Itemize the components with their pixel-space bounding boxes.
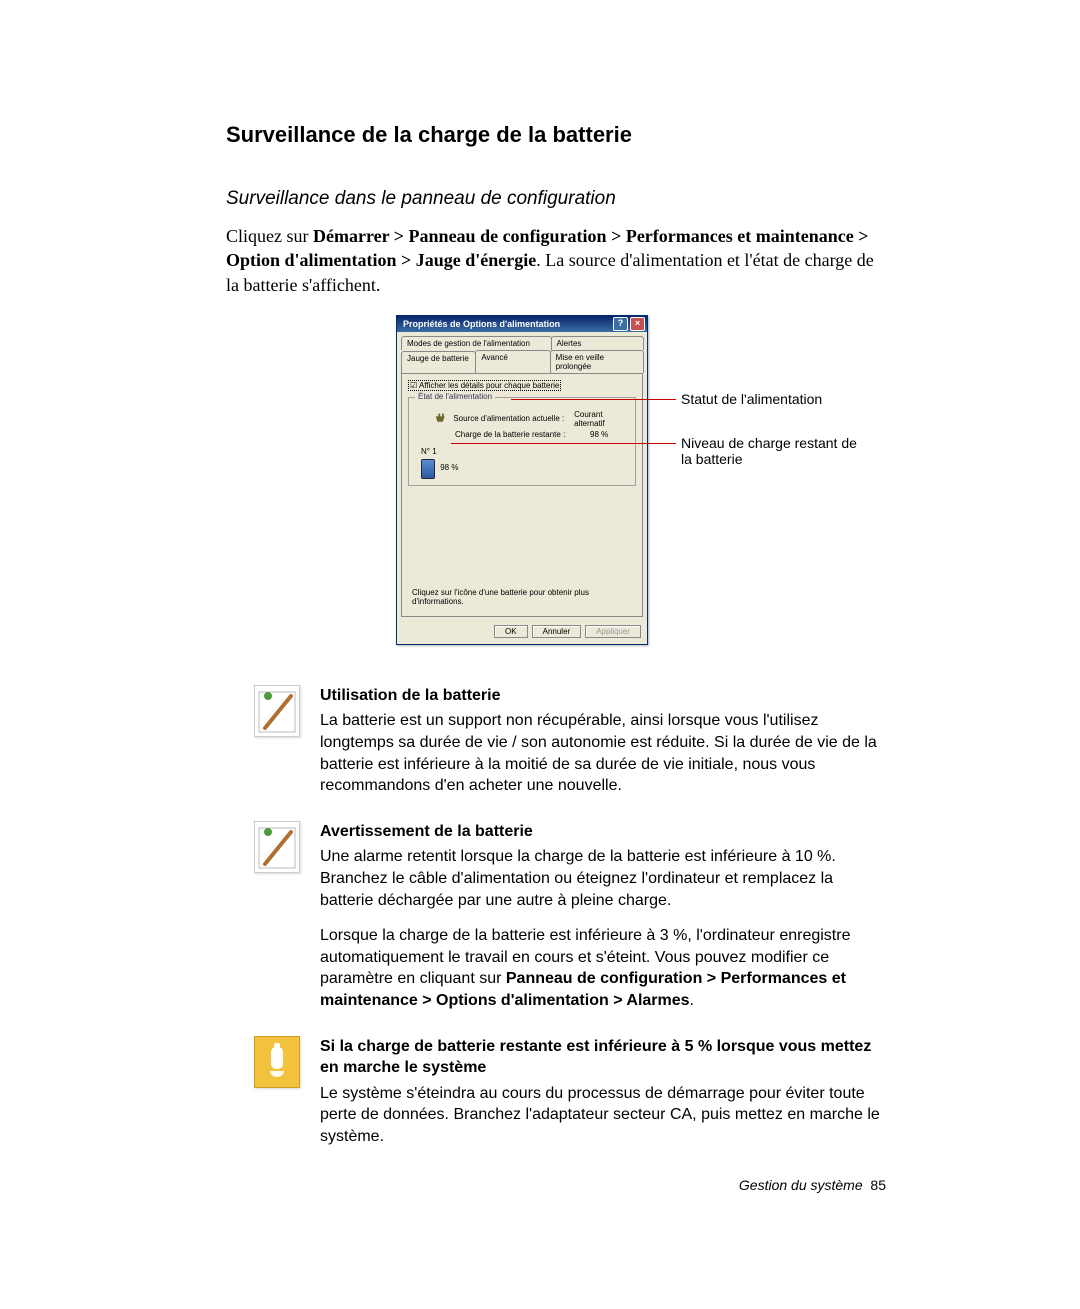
- page-footer: Gestion du système 85: [739, 1177, 886, 1193]
- callout-line-level: [451, 443, 676, 444]
- tab-modes[interactable]: Modes de gestion de l'alimentation: [401, 336, 552, 350]
- intro-prefix: Cliquez sur: [226, 226, 313, 246]
- note-title: Avertissement de la batterie: [320, 821, 884, 843]
- power-state-fieldset: État de l'alimentation Source d'alimenta…: [408, 397, 636, 486]
- battery-percent: 98 %: [440, 463, 458, 472]
- apply-button[interactable]: Appliquer: [585, 625, 641, 638]
- page-title: Surveillance de la charge de la batterie: [226, 122, 886, 148]
- note-text: Une alarme retentit lorsque la charge de…: [320, 846, 884, 911]
- plug-icon: [433, 411, 447, 427]
- footer-page: 85: [870, 1177, 886, 1193]
- subheading: Surveillance dans le panneau de configur…: [226, 188, 886, 210]
- note-usage: Utilisation de la batterie La batterie e…: [254, 685, 884, 797]
- intro-paragraph: Cliquez sur Démarrer > Panneau de config…: [226, 224, 886, 297]
- dialog-tabs: Modes de gestion de l'alimentation Alert…: [401, 336, 643, 373]
- callout-line-status: [511, 399, 676, 400]
- tab-jauge[interactable]: Jauge de batterie: [401, 351, 476, 374]
- charge-value: 98 %: [590, 430, 608, 439]
- battery-icon[interactable]: [421, 459, 435, 479]
- cancel-button[interactable]: Annuler: [532, 625, 582, 638]
- dialog-panel: ☑ Afficher les détails pour chaque batte…: [401, 373, 643, 617]
- footer-section: Gestion du système: [739, 1177, 863, 1193]
- source-label: Source d'alimentation actuelle :: [453, 414, 574, 423]
- dialog-screenshot-wrap: Propriétés de Options d'alimentation ? ×…: [396, 315, 871, 645]
- tab-alertes[interactable]: Alertes: [551, 336, 644, 350]
- note-title: Si la charge de batterie restante est in…: [320, 1036, 884, 1079]
- ok-button[interactable]: OK: [494, 625, 528, 638]
- tab-veille[interactable]: Mise en veille prolongée: [550, 350, 644, 373]
- battery-number: N° 1: [421, 447, 629, 456]
- warning-icon: [254, 1036, 300, 1088]
- dialog-title: Propriétés de Options d'alimentation: [403, 319, 560, 329]
- close-button[interactable]: ×: [630, 317, 645, 331]
- dialog-titlebar: Propriétés de Options d'alimentation ? ×: [397, 316, 647, 332]
- detail-checkbox[interactable]: ☑ Afficher les détails pour chaque batte…: [408, 380, 561, 391]
- tab-avance[interactable]: Avancé: [475, 350, 550, 373]
- note-title: Utilisation de la batterie: [320, 685, 884, 707]
- note-icon: [254, 821, 300, 873]
- page: Surveillance de la charge de la batterie…: [226, 122, 886, 1148]
- note-lowcharge: Si la charge de batterie restante est in…: [254, 1036, 884, 1148]
- callout-status: Statut de l'alimentation: [681, 391, 822, 407]
- fieldset-legend: État de l'alimentation: [415, 392, 495, 401]
- note-text: Le système s'éteindra au cours du proces…: [320, 1083, 884, 1148]
- dialog-window: Propriétés de Options d'alimentation ? ×…: [396, 315, 648, 645]
- dialog-button-row: OK Annuler Appliquer: [397, 621, 647, 644]
- note-extra: Lorsque la charge de la batterie est inf…: [320, 925, 884, 1011]
- charge-label: Charge de la batterie restante :: [455, 430, 590, 439]
- source-value: Courant alternatif: [574, 410, 629, 428]
- note-text: La batterie est un support non récupérab…: [320, 710, 884, 796]
- help-button[interactable]: ?: [613, 317, 628, 331]
- note-warning: Avertissement de la batterie Une alarme …: [254, 821, 884, 1012]
- callout-level: Niveau de charge restant de la batterie: [681, 435, 871, 467]
- dialog-hint: Cliquez sur l'icône d'une batterie pour …: [412, 588, 642, 606]
- note-icon: [254, 685, 300, 737]
